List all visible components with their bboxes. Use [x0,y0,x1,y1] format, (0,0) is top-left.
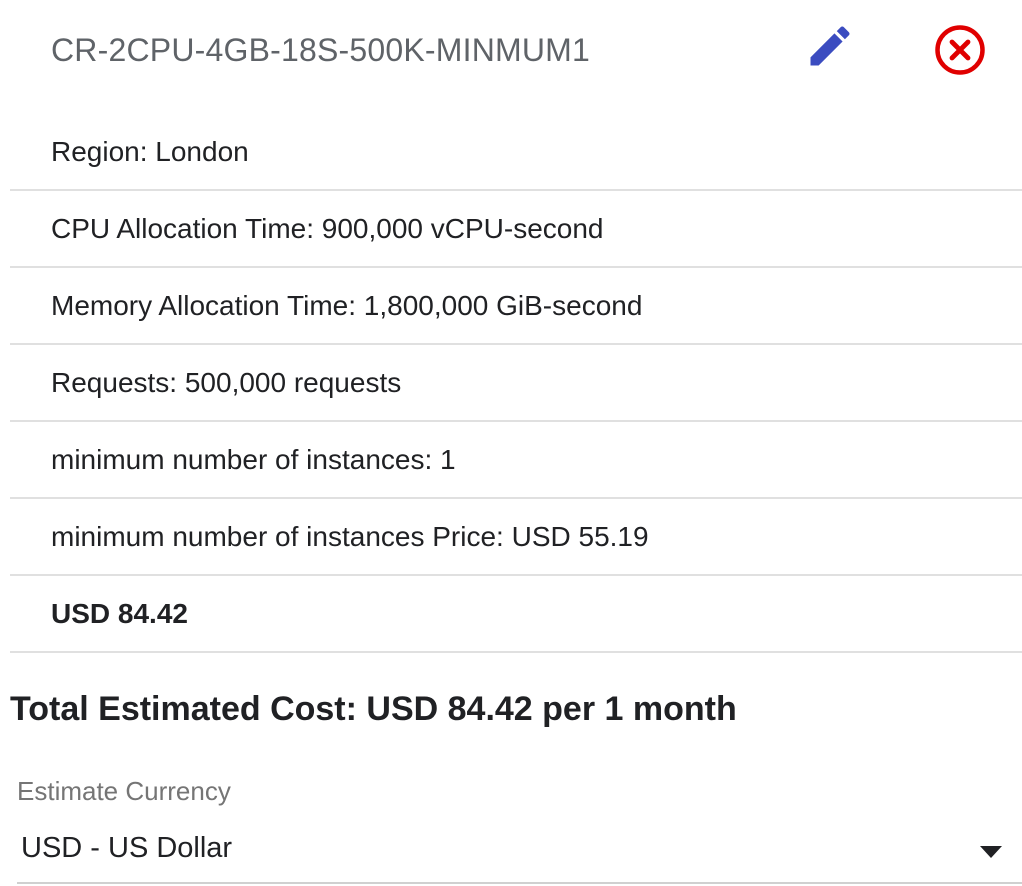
total-estimated-cost: Total Estimated Cost: USD 84.42 per 1 mo… [10,690,737,728]
edit-button[interactable] [804,20,856,72]
currency-label: Estimate Currency [17,776,231,806]
currency-select[interactable]: USD - US Dollar [17,818,1022,884]
detail-region: Region: London [10,114,1022,191]
detail-memory-allocation: Memory Allocation Time: 1,800,000 GiB-se… [10,268,1022,345]
estimate-item-header: CR-2CPU-4GB-18S-500K-MINMUM1 [0,0,1022,110]
detail-min-instances-price: minimum number of instances Price: USD 5… [10,499,1022,576]
detail-cpu-allocation: CPU Allocation Time: 900,000 vCPU-second [10,191,1022,268]
currency-selected-value: USD - US Dollar [21,832,233,864]
detail-requests: Requests: 500,000 requests [10,345,1022,422]
close-circle-icon [935,25,985,75]
estimate-details-list: Region: London CPU Allocation Time: 900,… [10,114,1022,653]
pencil-icon [810,26,850,66]
remove-button[interactable] [932,22,988,78]
item-subtotal: USD 84.42 [10,576,1022,653]
estimate-item-title: CR-2CPU-4GB-18S-500K-MINMUM1 [51,32,591,68]
dropdown-arrow-icon [980,846,1002,858]
detail-min-instances: minimum number of instances: 1 [10,422,1022,499]
